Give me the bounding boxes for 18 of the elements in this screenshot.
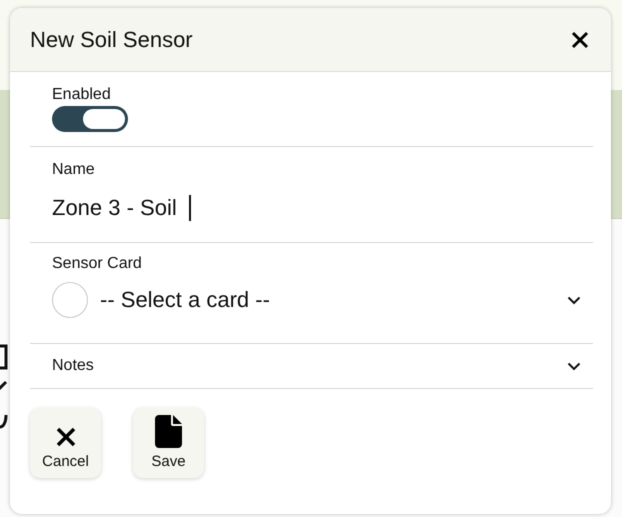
field-label: Enabled [52,86,112,104]
document-icon [155,415,182,448]
dialog-title: New Soil Sensor [30,26,193,52]
card-select[interactable]: -- Select a card -- [52,281,593,319]
text-cursor [188,195,191,221]
toggle-switch[interactable] [52,106,128,132]
close-button[interactable] [571,30,589,48]
chevron-down-icon [567,362,581,370]
color-swatch [52,282,88,318]
field-label: Sensor Card [52,255,143,273]
field-label: Name [52,161,96,179]
save-button[interactable]: Save [133,408,204,478]
chevron-down-icon [567,296,581,304]
select-value: -- Select a card -- [100,287,271,313]
section-label: Notes [52,357,95,375]
notes-toggle[interactable]: Notes [30,344,593,389]
close-icon [54,426,76,448]
cancel-button[interactable]: Cancel [30,408,101,478]
